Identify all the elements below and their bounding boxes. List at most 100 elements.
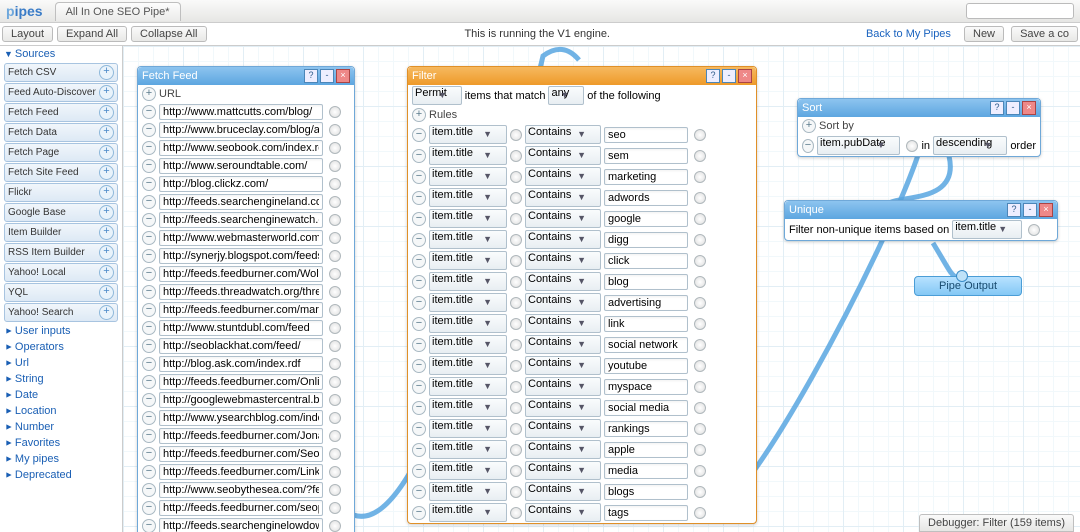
connector-port[interactable] — [510, 339, 522, 351]
rule-value-input[interactable] — [604, 253, 688, 269]
rule-field-select[interactable]: item.title▼ — [429, 335, 507, 354]
rule-field-select[interactable]: item.title▼ — [429, 167, 507, 186]
connector-port[interactable] — [329, 286, 341, 298]
rule-value-input[interactable] — [604, 127, 688, 143]
sidebar-module[interactable]: Fetch CSV+ — [4, 63, 118, 82]
url-input[interactable] — [159, 302, 323, 318]
remove-row-button[interactable]: − — [142, 303, 156, 317]
close-icon[interactable]: × — [1022, 101, 1036, 115]
remove-row-button[interactable]: − — [142, 267, 156, 281]
rule-op-select[interactable]: Contains▼ — [525, 293, 601, 312]
rule-field-select[interactable]: item.title▼ — [429, 482, 507, 501]
sort-module[interactable]: Sort ? - × +Sort by − item.pubDate▼ in d… — [797, 98, 1041, 157]
connector-port[interactable] — [329, 142, 341, 154]
connector-port[interactable] — [510, 486, 522, 498]
rule-field-select[interactable]: item.title▼ — [429, 356, 507, 375]
connector-port[interactable] — [329, 466, 341, 478]
remove-row-button[interactable]: − — [142, 123, 156, 137]
rule-field-select[interactable]: item.title▼ — [429, 125, 507, 144]
rule-op-select[interactable]: Contains▼ — [525, 230, 601, 249]
rule-field-select[interactable]: item.title▼ — [429, 209, 507, 228]
remove-row-button[interactable]: − — [142, 339, 156, 353]
rule-value-input[interactable] — [604, 274, 688, 290]
connector-port[interactable] — [510, 318, 522, 330]
connector-port[interactable] — [1028, 224, 1040, 236]
connector-port[interactable] — [694, 234, 706, 246]
add-module-icon[interactable]: + — [99, 165, 114, 180]
back-to-pipes-link[interactable]: Back to My Pipes — [866, 28, 951, 40]
pipe-output-port[interactable] — [956, 270, 968, 282]
connector-port[interactable] — [510, 423, 522, 435]
connector-port[interactable] — [510, 276, 522, 288]
rule-field-select[interactable]: item.title▼ — [429, 419, 507, 438]
connector-port[interactable] — [329, 412, 341, 424]
sort-field-select[interactable]: item.pubDate▼ — [817, 136, 900, 155]
connector-port[interactable] — [329, 520, 341, 532]
add-module-icon[interactable]: + — [99, 205, 114, 220]
connector-port[interactable] — [329, 484, 341, 496]
connector-port[interactable] — [510, 381, 522, 393]
remove-rule-button[interactable]: − — [412, 317, 426, 331]
connector-port[interactable] — [694, 297, 706, 309]
sidebar-category[interactable]: ▼Number — [0, 419, 122, 435]
rule-field-select[interactable]: item.title▼ — [429, 293, 507, 312]
top-search-input[interactable] — [966, 3, 1074, 19]
sidebar-module[interactable]: YQL+ — [4, 283, 118, 302]
sidebar-category[interactable]: ▼String — [0, 371, 122, 387]
sidebar-cat-sources[interactable]: ▼Sources — [0, 46, 122, 62]
remove-row-button[interactable]: − — [142, 393, 156, 407]
remove-rule-button[interactable]: − — [412, 338, 426, 352]
pipe-canvas[interactable]: Fetch Feed ? - × +URL −−−−−−−−−−−−−−−−−−… — [123, 46, 1080, 532]
url-input[interactable] — [159, 392, 323, 408]
remove-row-button[interactable]: − — [142, 411, 156, 425]
add-module-icon[interactable]: + — [99, 145, 114, 160]
filter-module[interactable]: Filter ? - × Permit▼ items that match an… — [407, 66, 757, 524]
connector-port[interactable] — [510, 507, 522, 519]
add-module-icon[interactable]: + — [99, 65, 114, 80]
rule-value-input[interactable] — [604, 484, 688, 500]
rule-value-input[interactable] — [604, 505, 688, 521]
add-rule-button[interactable]: + — [412, 108, 426, 122]
connector-port[interactable] — [329, 358, 341, 370]
connector-port[interactable] — [329, 430, 341, 442]
connector-port[interactable] — [329, 250, 341, 262]
connector-port[interactable] — [329, 232, 341, 244]
rule-op-select[interactable]: Contains▼ — [525, 503, 601, 522]
sidebar-category[interactable]: ▼Operators — [0, 339, 122, 355]
connector-port[interactable] — [510, 360, 522, 372]
connector-port[interactable] — [329, 160, 341, 172]
remove-rule-button[interactable]: − — [412, 359, 426, 373]
brand-logo[interactable]: pipes — [0, 3, 49, 19]
layout-button[interactable]: Layout — [2, 26, 53, 42]
rule-field-select[interactable]: item.title▼ — [429, 230, 507, 249]
url-input[interactable] — [159, 122, 323, 138]
rule-field-select[interactable]: item.title▼ — [429, 377, 507, 396]
remove-row-button[interactable]: − — [142, 177, 156, 191]
rule-value-input[interactable] — [604, 316, 688, 332]
connector-port[interactable] — [694, 402, 706, 414]
rule-op-select[interactable]: Contains▼ — [525, 356, 601, 375]
remove-rule-button[interactable]: − — [412, 443, 426, 457]
add-module-icon[interactable]: + — [99, 105, 114, 120]
minimize-icon[interactable]: - — [1006, 101, 1020, 115]
minimize-icon[interactable]: - — [722, 69, 736, 83]
url-input[interactable] — [159, 356, 323, 372]
connector-port[interactable] — [694, 507, 706, 519]
url-input[interactable] — [159, 284, 323, 300]
url-input[interactable] — [159, 500, 323, 516]
connector-port[interactable] — [694, 150, 706, 162]
connector-port[interactable] — [906, 140, 918, 152]
connector-port[interactable] — [329, 304, 341, 316]
remove-rule-button[interactable]: − — [412, 275, 426, 289]
rule-op-select[interactable]: Contains▼ — [525, 146, 601, 165]
remove-rule-button[interactable]: − — [412, 191, 426, 205]
sidebar-category[interactable]: ▼Location — [0, 403, 122, 419]
sidebar-module[interactable]: Fetch Page+ — [4, 143, 118, 162]
connector-port[interactable] — [329, 178, 341, 190]
permit-select[interactable]: Permit▼ — [412, 86, 462, 105]
url-input[interactable] — [159, 320, 323, 336]
rule-op-select[interactable]: Contains▼ — [525, 398, 601, 417]
add-module-icon[interactable]: + — [99, 285, 114, 300]
rule-op-select[interactable]: Contains▼ — [525, 188, 601, 207]
rule-op-select[interactable]: Contains▼ — [525, 440, 601, 459]
